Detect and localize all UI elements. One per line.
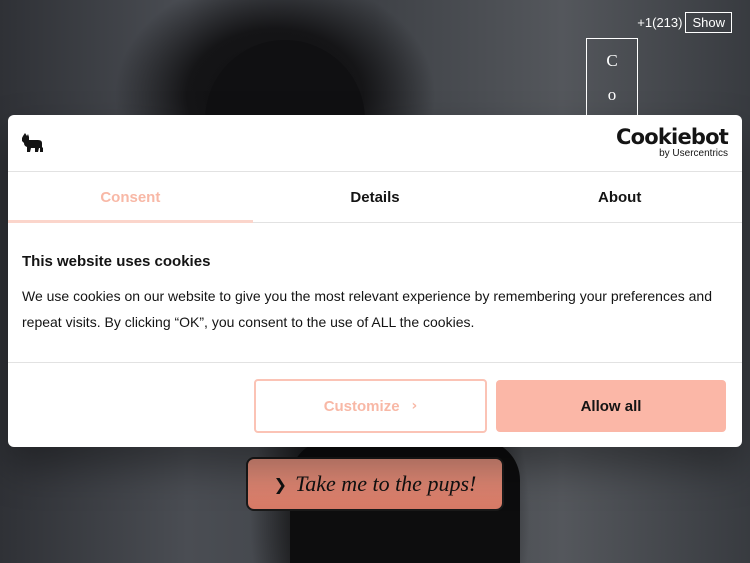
dialog-tabs: Consent Details About — [8, 172, 742, 223]
dog-icon — [22, 133, 43, 152]
customize-label: Customize — [323, 397, 400, 415]
tab-consent[interactable]: Consent — [8, 172, 253, 223]
dialog-buttons: Customize › Allow all — [8, 379, 742, 433]
chevron-right-icon: ❯ — [273, 474, 288, 494]
cookiebot-logo[interactable]: Cookiebot by Usercentrics — [616, 125, 729, 159]
customize-button[interactable]: Customize › — [254, 379, 487, 433]
vertical-letter: o — [607, 85, 617, 104]
cookiebot-sub: by Usercentrics — [659, 148, 728, 159]
cookie-consent-dialog: Cookiebot by Usercentrics Consent Detail… — [8, 115, 742, 447]
chevron-right-icon: › — [411, 398, 418, 414]
consent-content: This website uses cookies We use cookies… — [8, 223, 742, 363]
consent-title: This website uses cookies — [22, 253, 211, 270]
allow-all-button[interactable]: Allow all — [496, 380, 726, 432]
take-me-to-the-pups-button[interactable]: ❯ Take me to the pups! — [246, 457, 504, 511]
phone-number[interactable]: +1(213) — [637, 15, 682, 30]
cta-label: Take me to the pups! — [295, 471, 477, 496]
phone-bar: +1(213) Show — [637, 12, 732, 33]
tab-details[interactable]: Details — [253, 172, 498, 222]
cookiebot-name: Cookiebot — [616, 125, 729, 149]
consent-text: We use cookies on our website to give yo… — [22, 288, 712, 330]
show-button[interactable]: Show — [685, 12, 732, 33]
vertical-letter: C — [606, 51, 618, 70]
dialog-header: Cookiebot by Usercentrics — [8, 115, 742, 172]
tab-about[interactable]: About — [497, 172, 742, 222]
